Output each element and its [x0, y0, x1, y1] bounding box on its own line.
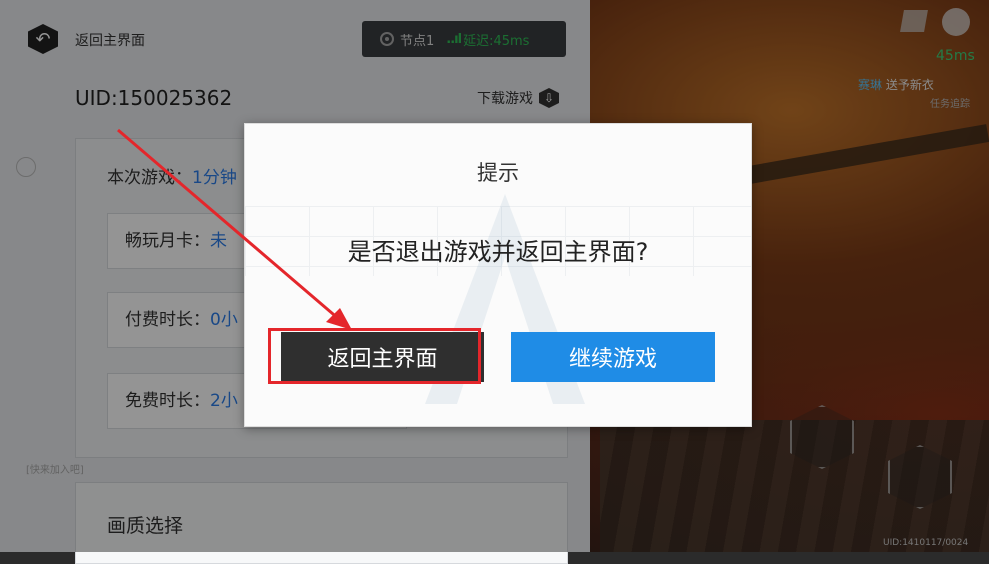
annotation-arrow-icon: [117, 128, 352, 330]
